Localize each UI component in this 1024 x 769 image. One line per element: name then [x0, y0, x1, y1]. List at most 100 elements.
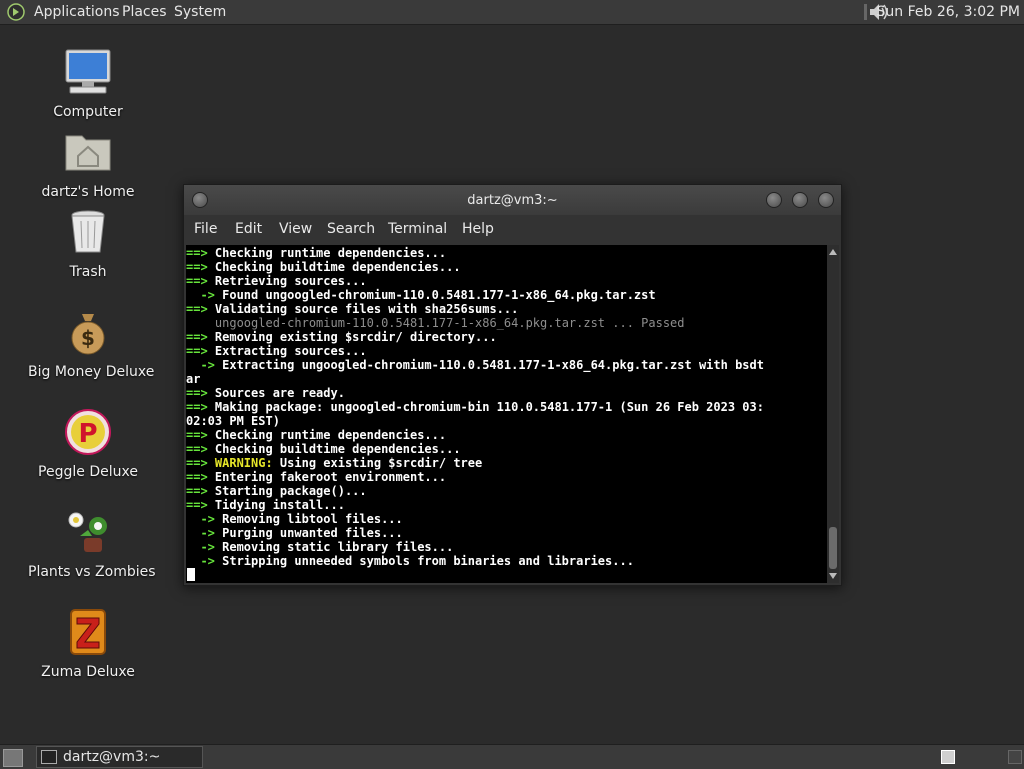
line-prefix: ==> [186, 470, 215, 484]
line-prefix: ==> [186, 246, 215, 260]
line-text: Stripping unneeded symbols from binaries… [222, 554, 634, 568]
money-bag-icon: $ [71, 314, 105, 355]
line-prefix: ==> [186, 260, 215, 274]
menu-terminal[interactable]: Terminal [388, 221, 447, 237]
bottom-panel: dartz@vm3:~ [0, 744, 1024, 769]
desktop-icon-label: Trash [69, 264, 107, 280]
close-icon[interactable] [818, 192, 834, 208]
window-titlebar[interactable]: dartz@vm3:~ [184, 185, 841, 215]
menu-search[interactable]: Search [327, 221, 375, 237]
terminal-line: ==> Making package: ungoogled-chromium-b… [186, 400, 764, 414]
scrollbar-thumb[interactable] [829, 527, 837, 569]
terminal-line: ==> Starting package()... [186, 484, 367, 498]
line-prefix: ==> [186, 302, 215, 316]
peggle-icon: P [65, 409, 111, 455]
workspace-2-icon[interactable] [1008, 750, 1022, 764]
terminal-line: ==> Sources are ready. [186, 386, 345, 400]
svg-text:$: $ [81, 326, 95, 350]
trash-icon [71, 210, 105, 253]
desktop-icon-plants-vs-zombies[interactable]: Plants vs Zombies [28, 506, 156, 580]
line-prefix: ==> [186, 344, 215, 358]
terminal-line: ==> Validating source files with sha256s… [186, 302, 518, 316]
line-text: ar [186, 372, 201, 386]
line-prefix: -> [186, 288, 223, 302]
line-prefix: -> [186, 540, 223, 554]
line-prefix: -> [186, 358, 223, 372]
scroll-down-icon[interactable] [829, 573, 837, 579]
scroll-up-icon[interactable] [829, 249, 837, 255]
terminal-line: ==> Entering fakeroot environment... [186, 470, 446, 484]
terminal-line: -> Removing static library files... [186, 540, 453, 554]
terminal-icon [41, 750, 57, 764]
line-prefix: ==> [186, 274, 215, 288]
system-menu[interactable]: System [174, 4, 226, 20]
terminal-line: 02:03 PM EST) [186, 414, 280, 428]
maximize-icon[interactable] [792, 192, 808, 208]
line-prefix: ==> [186, 386, 215, 400]
line-prefix: ==> [186, 428, 215, 442]
line-text: Making package: ungoogled-chromium-bin 1… [214, 400, 764, 414]
desktop-icon-label: Computer [53, 104, 123, 120]
line-text: Tidying install... [214, 498, 345, 512]
desktop-icon-big-money[interactable]: $ Big Money Deluxe [28, 306, 155, 380]
line-text: Removing existing $srcdir/ directory... [214, 330, 497, 344]
computer-icon [65, 49, 111, 94]
line-text: Retrieving sources... [214, 274, 367, 288]
line-text: Found ungoogled-chromium-110.0.5481.177-… [222, 288, 656, 302]
menu-help[interactable]: Help [462, 221, 494, 237]
terminal-line: ==> Extracting sources... [186, 344, 367, 358]
line-text: ungoogled-chromium-110.0.5481.177-1-x86_… [214, 316, 685, 330]
menu-file[interactable]: File [194, 221, 217, 237]
line-text: 02:03 PM EST) [186, 414, 280, 428]
desktop-icon-zuma[interactable]: Zuma Deluxe [28, 606, 148, 680]
line-prefix: ==> [186, 400, 215, 414]
zuma-icon [70, 609, 106, 655]
line-prefix: ==> [186, 498, 215, 512]
desktop-icon-label: Peggle Deluxe [38, 464, 138, 480]
warning-label: WARNING: [214, 456, 273, 470]
home-folder-icon [65, 135, 111, 171]
line-text: Checking runtime dependencies... [214, 246, 447, 260]
line-prefix: -> [186, 512, 223, 526]
plants-vs-zombies-icon [68, 512, 107, 552]
desktop-icon-computer[interactable]: Computer [28, 46, 148, 120]
terminal-line: ==> Checking buildtime dependencies... [186, 260, 461, 274]
terminal-line: ==> Removing existing $srcdir/ directory… [186, 330, 497, 344]
line-text: Checking runtime dependencies... [214, 428, 447, 442]
line-text: Sources are ready. [214, 386, 345, 400]
taskbar-window-button[interactable]: dartz@vm3:~ [36, 746, 203, 768]
desktop-icon-peggle[interactable]: P Peggle Deluxe [28, 406, 148, 480]
terminal-line: -> Purging unwanted files... [186, 526, 402, 540]
workspace-1-icon[interactable] [941, 750, 955, 764]
line-text: Validating source files with sha256sums.… [214, 302, 519, 316]
line-prefix: -> [186, 554, 223, 568]
terminal-line: -> Stripping unneeded symbols from binar… [186, 554, 634, 568]
applications-menu[interactable]: Applications [34, 4, 120, 20]
desktop-icon-label: Big Money Deluxe [28, 364, 155, 380]
desktop-icon-trash[interactable]: Trash [28, 206, 148, 280]
menu-edit[interactable]: Edit [235, 221, 262, 237]
distro-logo-icon[interactable] [7, 3, 25, 21]
terminal-line: -> Extracting ungoogled-chromium-110.0.5… [186, 358, 764, 372]
line-text: Checking buildtime dependencies... [214, 260, 461, 274]
show-desktop-icon[interactable] [3, 749, 23, 767]
clock[interactable]: Sun Feb 26, 3:02 PM [877, 4, 1020, 20]
line-text: Extracting ungoogled-chromium-110.0.5481… [222, 358, 764, 372]
terminal-line: ==> Checking runtime dependencies... [186, 428, 446, 442]
terminal-output[interactable]: ==> Checking runtime dependencies... ==> … [186, 245, 827, 583]
line-prefix: ==> [186, 442, 215, 456]
taskbar-window-label: dartz@vm3:~ [63, 749, 161, 765]
line-text: Entering fakeroot environment... [214, 470, 447, 484]
line-prefix [186, 316, 215, 330]
menu-view[interactable]: View [279, 221, 312, 237]
terminal-line: ==> Checking runtime dependencies... [186, 246, 446, 260]
line-text: Starting package()... [214, 484, 367, 498]
text-cursor [187, 568, 195, 581]
terminal-line: ungoogled-chromium-110.0.5481.177-1-x86_… [186, 316, 685, 330]
terminal-scrollbar[interactable] [827, 245, 839, 583]
desktop-icon-home[interactable]: dartz's Home [28, 126, 148, 200]
desktop-icon-label: Plants vs Zombies [28, 564, 156, 580]
minimize-icon[interactable] [766, 192, 782, 208]
places-menu[interactable]: Places [122, 4, 167, 20]
line-text: Extracting sources... [214, 344, 367, 358]
